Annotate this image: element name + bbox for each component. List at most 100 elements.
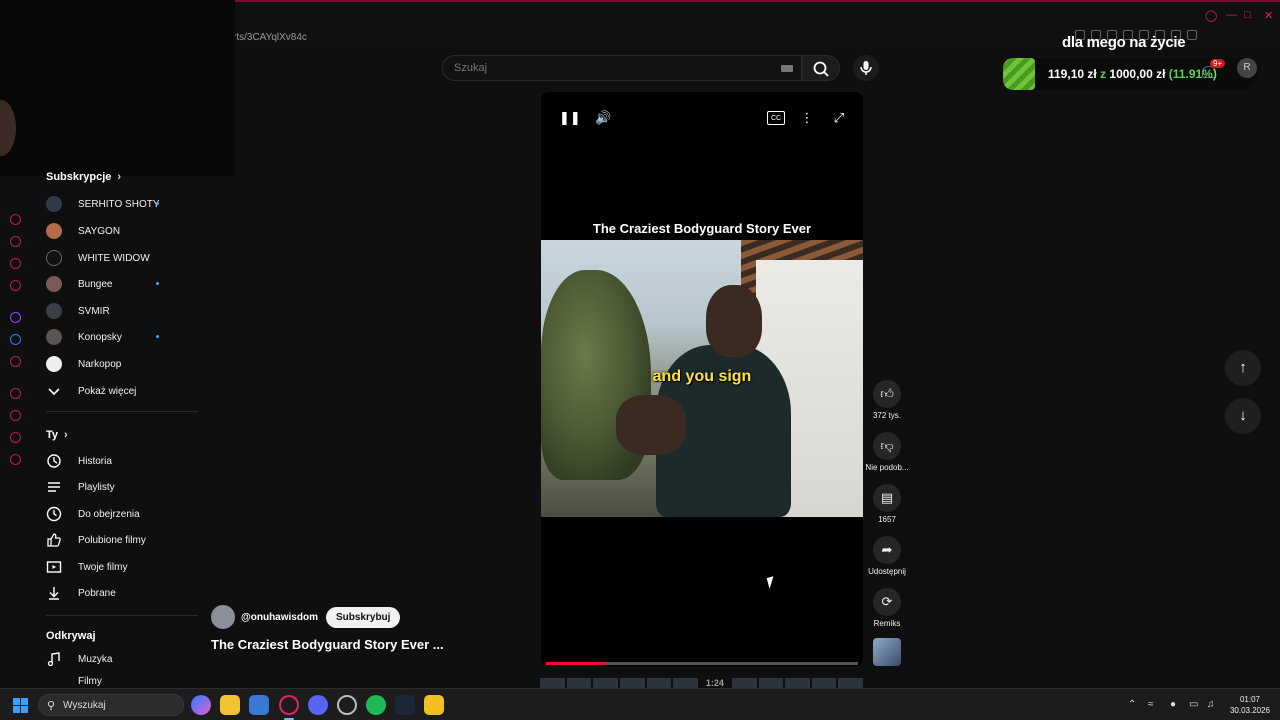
rail-icon[interactable] xyxy=(10,388,21,399)
like-button[interactable]: 👍︎ 372 tys. xyxy=(865,380,909,420)
rail-icon[interactable] xyxy=(10,280,21,291)
network-icon[interactable]: ≈ xyxy=(1148,699,1154,710)
remix-button[interactable]: ⟳ Remiks xyxy=(865,588,909,628)
instagram-icon[interactable] xyxy=(10,356,21,367)
film-icon xyxy=(46,674,62,688)
settings-icon[interactable] xyxy=(10,454,21,465)
obs-icon[interactable] xyxy=(337,695,357,715)
close-icon[interactable]: ✕ xyxy=(1264,9,1273,22)
rail-icon[interactable] xyxy=(10,214,21,225)
search-placeholder: Szukaj xyxy=(454,62,488,74)
sidebar-item-narkopop[interactable]: Narkopop xyxy=(46,353,181,375)
strip-time: 1:24 xyxy=(705,678,724,688)
chevron-up-icon[interactable]: ⌃ xyxy=(1128,699,1136,710)
share-button[interactable]: ➦ Udostępnij xyxy=(865,536,909,576)
shorts-player[interactable]: ❚❚ 🔊 CC ⋮ ⤢ The Craziest Bodyguard Story… xyxy=(541,92,863,666)
taskbar: ⚲ Wyszukaj ⌃ ≈ ● ▭ ♫ 01:07 30.03.2026 xyxy=(0,688,1280,720)
discord-icon[interactable] xyxy=(308,695,328,715)
volume-icon[interactable]: ♫ xyxy=(1207,699,1215,710)
steam-icon[interactable] xyxy=(395,695,415,715)
channel-name[interactable]: @onuhawisdom xyxy=(241,612,318,623)
sidebar-item-watch-later[interactable]: Do obejrzenia xyxy=(46,503,181,525)
channel-row: @onuhawisdom Subskrybuj xyxy=(211,605,401,629)
rail-icon[interactable] xyxy=(10,258,21,269)
sound-thumbnail[interactable] xyxy=(873,638,901,666)
sidebar-item-downloads[interactable]: Pobrane xyxy=(46,582,181,604)
monitor-icon[interactable]: ▭ xyxy=(1189,699,1198,710)
channel-avatar xyxy=(46,276,62,292)
app-icon[interactable] xyxy=(424,695,444,715)
taskbar-search-placeholder: Wyszukaj xyxy=(63,700,106,711)
channel-avatar xyxy=(46,223,62,239)
windows-start-icon[interactable] xyxy=(13,698,28,713)
file-explorer-icon[interactable] xyxy=(220,695,240,715)
captions-icon[interactable]: CC xyxy=(767,111,785,125)
video-title[interactable]: The Craziest Bodyguard Story Ever ... xyxy=(211,637,444,652)
browser-sidebar-rail xyxy=(0,176,30,676)
search-icon[interactable]: ◯ xyxy=(1205,9,1217,22)
previous-short-button[interactable]: ↑ xyxy=(1225,350,1261,386)
spotify-icon[interactable] xyxy=(366,695,386,715)
twitch-icon[interactable] xyxy=(10,312,21,323)
volume-icon[interactable]: 🔊 xyxy=(595,110,611,126)
comments-button[interactable]: ▤ 1657 xyxy=(865,484,909,524)
sidebar-item-liked[interactable]: Polubione filmy xyxy=(46,529,181,551)
opera-gx-icon[interactable] xyxy=(279,695,299,715)
playlist-icon xyxy=(46,479,62,495)
comment-count: 1657 xyxy=(878,515,896,524)
bet-amount: 119,10 zł xyxy=(1048,67,1097,81)
video-overlay-title: The Craziest Bodyguard Story Ever xyxy=(592,221,812,236)
search-input[interactable]: Szukaj xyxy=(442,55,802,81)
dislike-button[interactable]: 👎︎ Nie podob... xyxy=(865,432,909,472)
messenger-icon[interactable] xyxy=(10,334,21,345)
stream-overlay-title: dla mego na życie xyxy=(1062,34,1186,51)
rail-icon[interactable] xyxy=(10,410,21,421)
microphone-icon[interactable]: ● xyxy=(1170,699,1176,710)
url-text[interactable]: rts/3CAYqlXv84c xyxy=(233,32,307,43)
thumbnail-strip: 1:24 xyxy=(540,678,864,688)
notification-badge: 9+ xyxy=(1210,59,1226,68)
search-button[interactable] xyxy=(802,55,840,81)
clock[interactable]: 01:07 30.03.2026 xyxy=(1228,694,1272,716)
sidebar-item-serhito[interactable]: SERHITO SHOTY xyxy=(46,193,181,215)
fullscreen-icon[interactable]: ⤢ xyxy=(831,110,847,126)
keyboard-icon[interactable] xyxy=(781,65,793,72)
maximize-icon[interactable]: □ xyxy=(1244,9,1251,21)
progress-fill xyxy=(546,662,606,665)
you-header[interactable]: Ty › xyxy=(46,429,68,441)
search-icon: ⚲ xyxy=(47,700,56,712)
minimize-icon[interactable]: — xyxy=(1226,9,1237,21)
sidebar-item-your-videos[interactable]: Twoje filmy xyxy=(46,556,181,578)
music-icon xyxy=(46,651,62,667)
sidebar-item-svmir[interactable]: SVMIR xyxy=(46,300,181,322)
sidebar-item-films[interactable]: Filmy xyxy=(46,674,181,688)
sidebar-item-bungee[interactable]: Bungee xyxy=(46,273,181,295)
avatar[interactable] xyxy=(211,605,235,629)
new-content-dot xyxy=(156,202,159,205)
video-progress-bar[interactable] xyxy=(546,662,858,665)
pause-icon[interactable]: ❚❚ xyxy=(559,110,581,126)
store-icon[interactable] xyxy=(249,695,269,715)
more-vert-icon[interactable]: ⋮ xyxy=(799,110,815,126)
sidebar-item-saygon[interactable]: SAYGON xyxy=(46,220,181,242)
copilot-icon[interactable] xyxy=(191,695,211,715)
sidebar-item-playlists[interactable]: Playlisty xyxy=(46,476,181,498)
avatar[interactable]: R xyxy=(1237,58,1257,78)
sidebar-item-history[interactable]: Historia xyxy=(46,450,181,472)
show-more-button[interactable]: Pokaż więcej xyxy=(46,380,181,402)
channel-avatar xyxy=(46,196,62,212)
sidebar-item-music[interactable]: Muzyka xyxy=(46,648,181,670)
scene-person xyxy=(616,285,791,517)
subscribe-button[interactable]: Subskrybuj xyxy=(325,606,401,628)
sidebar-item-konopsky[interactable]: Konopsky xyxy=(46,326,181,348)
rail-icon[interactable] xyxy=(10,236,21,247)
subscriptions-header[interactable]: Subskrypcje › xyxy=(46,171,121,183)
thumb-down-icon: 👎︎ xyxy=(873,432,901,460)
voice-search-button[interactable] xyxy=(853,55,879,81)
next-short-button[interactable]: ↓ xyxy=(1225,398,1261,434)
sidebar-item-white-widow[interactable]: WHITE WIDOW xyxy=(46,247,181,269)
taskbar-search[interactable]: ⚲ Wyszukaj xyxy=(38,694,184,716)
extension-icon[interactable] xyxy=(1187,30,1197,40)
rail-icon[interactable] xyxy=(10,432,21,443)
thumb-up-icon: 👍︎ xyxy=(873,380,901,408)
